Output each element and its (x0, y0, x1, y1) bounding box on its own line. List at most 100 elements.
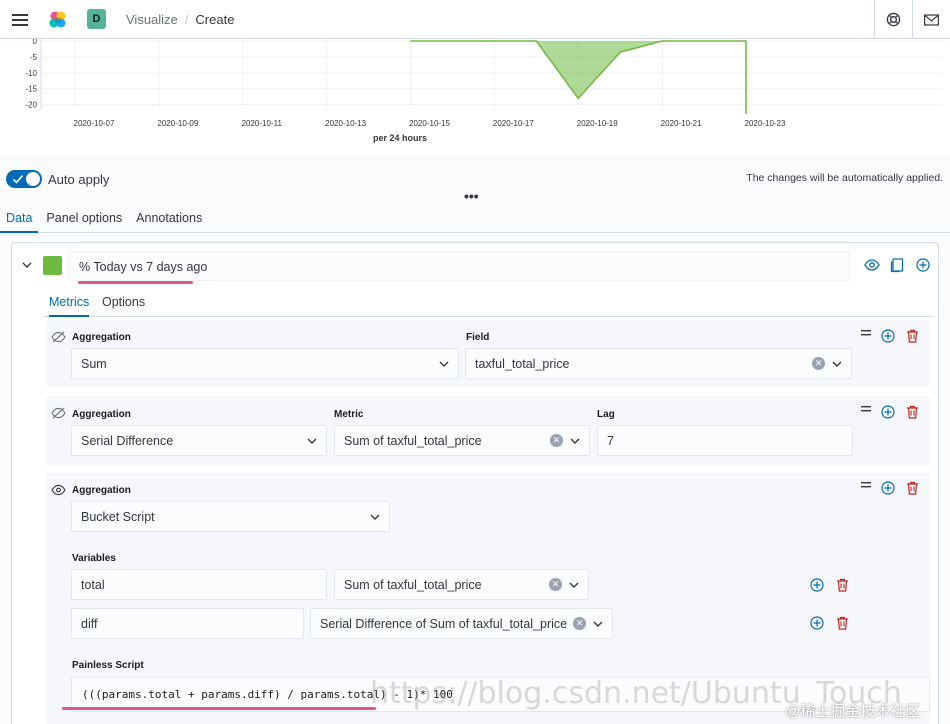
trash-icon[interactable] (906, 481, 919, 495)
chevron-down-icon (832, 361, 842, 367)
series-label-input[interactable]: % Today vs 7 days ago (68, 251, 850, 281)
x-tick-label: 2020-10-09 (157, 119, 198, 128)
editor-tabs: Data Panel options Annotations (0, 205, 950, 233)
auto-apply-toggle[interactable] (6, 170, 42, 188)
x-tick-label: 2020-10-23 (745, 119, 786, 128)
field-value: taxful_total_price (475, 357, 570, 371)
breadcrumb-create: Create (195, 12, 235, 27)
clear-icon[interactable]: ✕ (573, 617, 586, 630)
x-tick-label: 2020-10-13 (325, 119, 366, 128)
chevron-down-icon (439, 361, 449, 367)
breadcrumb: Visualize / Create (126, 12, 234, 27)
variable-name-input[interactable]: diff (71, 608, 304, 639)
chevron-down-icon[interactable] (21, 259, 33, 271)
variable-metric-value: Sum of taxful_total_price (344, 578, 482, 592)
x-tick-label: 2020-10-19 (577, 119, 618, 128)
drag-handle-icon[interactable] (861, 482, 871, 488)
copy-icon[interactable] (890, 258, 904, 273)
lag-input[interactable]: 7 (597, 425, 853, 456)
breadcrumb-separator: / (184, 12, 189, 27)
x-tick-label: 2020-10-17 (493, 119, 534, 128)
space-avatar[interactable]: D (87, 9, 106, 29)
chevron-down-icon (370, 514, 380, 520)
y-tick-label: -10 (25, 69, 37, 78)
x-tick-label: 2020-10-21 (661, 119, 702, 128)
chevron-down-icon (307, 438, 317, 444)
x-tick-label: 2020-10-11 (242, 119, 283, 128)
mail-icon (924, 13, 939, 26)
breadcrumb-visualize[interactable]: Visualize (126, 12, 178, 27)
chart-area: 0 -5 -10 -15 -20 2020-10-07 2020-10-09 2020-10-… (0, 39, 950, 154)
lag-label: Lag (597, 409, 615, 420)
newsfeed-button[interactable] (912, 0, 950, 39)
series-subtabs: Metrics Options (44, 290, 934, 317)
variable-metric-select[interactable]: Sum of taxful_total_price ✕ (334, 569, 589, 600)
add-icon[interactable] (881, 481, 895, 495)
y-tick-label: -5 (30, 53, 38, 62)
clear-icon[interactable]: ✕ (550, 434, 563, 447)
annotation-underline (62, 707, 376, 710)
clear-icon[interactable]: ✕ (549, 578, 562, 591)
tab-data[interactable]: Data (0, 205, 39, 233)
chevron-down-icon (570, 438, 580, 444)
variable-name-input[interactable]: total (71, 569, 327, 600)
add-icon[interactable] (810, 578, 824, 592)
add-icon[interactable] (810, 616, 824, 630)
y-tick-label: -15 (25, 85, 37, 94)
elastic-logo-icon[interactable] (46, 8, 70, 32)
aggregation-select[interactable]: Sum (71, 348, 459, 379)
tab-annotations[interactable]: Annotations (130, 205, 208, 233)
add-icon[interactable] (881, 405, 895, 419)
painless-script-label: Painless Script (72, 660, 144, 671)
subtab-options[interactable]: Options (102, 295, 145, 317)
add-icon[interactable] (881, 329, 895, 343)
aggregation-select[interactable]: Bucket Script (71, 501, 390, 532)
eye-icon[interactable] (864, 258, 880, 272)
auto-apply-message: The changes will be automatically applie… (746, 172, 943, 184)
aggregation-label: Aggregation (72, 332, 131, 343)
eye-closed-icon[interactable] (51, 407, 66, 419)
aggregation-value: Serial Difference (81, 434, 174, 448)
y-tick-label: -20 (25, 101, 37, 110)
trash-icon[interactable] (906, 329, 919, 343)
area-chart: 0 -5 -10 -15 -20 2020-10-07 2020-10-09 2020-10-… (25, 39, 942, 128)
drag-handle-icon[interactable] (861, 330, 871, 336)
help-button[interactable] (874, 0, 912, 39)
aggregation-label: Aggregation (72, 409, 131, 420)
variable-metric-value: Serial Difference of Sum of taxful_total… (320, 617, 568, 631)
tab-panel-options[interactable]: Panel options (40, 205, 128, 233)
x-tick-label: 2020-10-07 (74, 119, 115, 128)
aggregation-label: Aggregation (72, 485, 131, 496)
resize-handle-dots[interactable]: ••• (464, 189, 479, 203)
metric-select[interactable]: Sum of taxful_total_price ✕ (334, 425, 590, 456)
chevron-down-icon (569, 582, 579, 588)
annotation-underline (78, 281, 193, 284)
aggregation-select[interactable]: Serial Difference (71, 425, 327, 456)
toggle-knob (25, 171, 41, 187)
subtab-metrics[interactable]: Metrics (49, 295, 90, 317)
x-tick-label: 2020-10-15 (409, 119, 450, 128)
add-series-icon[interactable] (916, 258, 930, 272)
auto-apply-label: Auto apply (48, 172, 110, 187)
field-label: Field (466, 332, 490, 343)
series-color-swatch[interactable] (43, 256, 62, 275)
field-select[interactable]: taxful_total_price ✕ (465, 348, 852, 379)
metric-label: Metric (334, 409, 364, 420)
aggregation-value: Sum (81, 357, 107, 371)
eye-icon[interactable] (51, 484, 66, 496)
check-icon (12, 174, 24, 184)
clear-icon[interactable]: ✕ (812, 357, 825, 370)
site-watermark: @稀土掘金技术社区 (785, 703, 921, 720)
trash-icon[interactable] (836, 578, 849, 592)
top-bar: D Visualize / Create (0, 0, 950, 39)
hamburger-menu-icon[interactable] (8, 8, 32, 32)
x-axis-label: per 24 hours (372, 133, 428, 143)
variable-metric-select[interactable]: Serial Difference of Sum of taxful_total… (310, 608, 613, 639)
chevron-down-icon (593, 621, 603, 627)
variables-label: Variables (72, 553, 116, 564)
drag-handle-icon[interactable] (861, 406, 871, 412)
aggregation-value: Bucket Script (81, 510, 155, 524)
trash-icon[interactable] (836, 616, 849, 630)
eye-closed-icon[interactable] (51, 331, 66, 343)
trash-icon[interactable] (906, 405, 919, 419)
